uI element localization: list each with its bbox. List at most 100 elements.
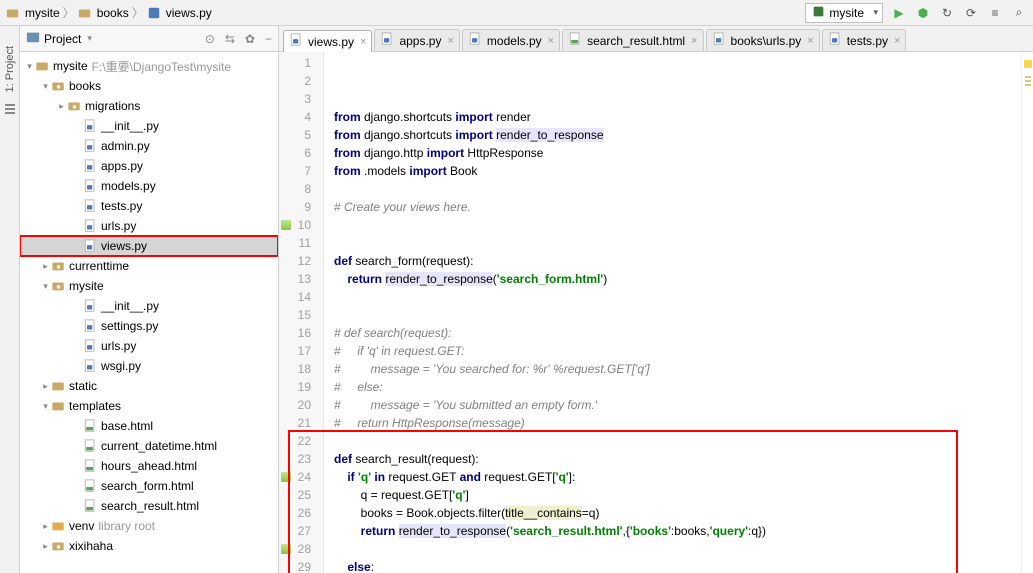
tree-row[interactable]: models.py	[20, 176, 278, 196]
code-line[interactable]	[334, 216, 1021, 234]
close-icon[interactable]: ×	[546, 35, 554, 47]
code-content[interactable]: from django.shortcuts import renderfrom …	[324, 52, 1021, 573]
close-icon[interactable]: ×	[445, 35, 453, 47]
breadcrumb-item[interactable]: views.py	[166, 6, 212, 20]
tree-row[interactable]: ▾mysite	[20, 276, 278, 296]
tree-row[interactable]: base.html	[20, 416, 278, 436]
error-stripe[interactable]	[1021, 52, 1033, 573]
code-line[interactable]	[334, 540, 1021, 558]
code-line[interactable]: # def search(request):	[334, 324, 1021, 342]
tree-row[interactable]: ▸migrations	[20, 96, 278, 116]
code-line[interactable]: # message = 'You searched for: %r' %requ…	[334, 360, 1021, 378]
search-icon[interactable]: ⌕	[1011, 5, 1027, 21]
tree-label: base.html	[101, 419, 153, 433]
code-line[interactable]: # if 'q' in request.GET:	[334, 342, 1021, 360]
run-anything-icon[interactable]: ↻	[939, 5, 955, 21]
editor-tab[interactable]: apps.py×	[374, 29, 459, 51]
code-line[interactable]: if 'q' in request.GET and request.GET['q…	[334, 468, 1021, 486]
target-icon[interactable]: ⊙	[205, 32, 215, 46]
twisty-icon[interactable]: ▾	[24, 61, 35, 72]
twisty-icon[interactable]: ▸	[56, 101, 67, 112]
warning-indicator[interactable]	[1024, 60, 1032, 68]
code-line[interactable]: from .models import Book	[334, 162, 1021, 180]
tree-row[interactable]: ▸venvlibrary root	[20, 516, 278, 536]
tree-row[interactable]: current_datetime.html	[20, 436, 278, 456]
code-line[interactable]: # message = 'You submitted an empty form…	[334, 396, 1021, 414]
gear-icon[interactable]: ✿	[245, 32, 255, 46]
editor-tab[interactable]: models.py×	[462, 29, 560, 51]
code-line[interactable]: # else:	[334, 378, 1021, 396]
debug-icon[interactable]: ⬢	[915, 5, 931, 21]
twisty-icon[interactable]: ▾	[40, 401, 51, 412]
editor-tab[interactable]: tests.py×	[822, 29, 907, 51]
tree-row[interactable]: ▸xixihaha	[20, 536, 278, 556]
code-line[interactable]: else:	[334, 558, 1021, 573]
close-icon[interactable]: ×	[805, 35, 813, 47]
tree-row[interactable]: apps.py	[20, 156, 278, 176]
code-line[interactable]: # return HttpResponse(message)	[334, 414, 1021, 432]
tree-row[interactable]: views.py	[20, 236, 278, 256]
editor-tab[interactable]: books\urls.py×	[706, 29, 820, 51]
twisty-icon[interactable]: ▾	[40, 81, 51, 92]
twisty-icon[interactable]: ▸	[40, 381, 51, 392]
code-line[interactable]	[334, 306, 1021, 324]
editor-tab[interactable]: search_result.html×	[562, 29, 703, 51]
tree-row[interactable]: admin.py	[20, 136, 278, 156]
twisty-icon[interactable]: ▸	[40, 541, 51, 552]
editor-tab[interactable]: views.py×	[283, 30, 372, 52]
code-line[interactable]	[334, 432, 1021, 450]
code-line[interactable]: from django.http import HttpResponse	[334, 144, 1021, 162]
code-line[interactable]	[334, 288, 1021, 306]
code-line[interactable]	[334, 180, 1021, 198]
tree-row[interactable]: ▾books	[20, 76, 278, 96]
code-editor[interactable]: 1234567891011121314151617181920212223242…	[279, 52, 1033, 573]
twisty-icon[interactable]: ▸	[40, 261, 51, 272]
code-line[interactable]: return render_to_response('search_result…	[334, 522, 1021, 540]
code-line[interactable]: def search_result(request):	[334, 450, 1021, 468]
close-icon[interactable]: ×	[358, 36, 366, 48]
code-line[interactable]: # Create your views here.	[334, 198, 1021, 216]
tree-row[interactable]: urls.py	[20, 336, 278, 356]
tree-row[interactable]: ▸currenttime	[20, 256, 278, 276]
breadcrumb[interactable]: mysite 〉 books 〉 views.py	[6, 4, 212, 21]
tree-row[interactable]: hours_ahead.html	[20, 456, 278, 476]
tree-row[interactable]: wsgi.py	[20, 356, 278, 376]
code-line[interactable]: from django.shortcuts import render	[334, 108, 1021, 126]
gutter-mark-icon[interactable]	[281, 544, 291, 554]
breadcrumb-item[interactable]: books	[97, 6, 129, 20]
code-line[interactable]	[334, 234, 1021, 252]
tree-row[interactable]: urls.py	[20, 216, 278, 236]
close-icon[interactable]: ×	[892, 35, 900, 47]
tree-row[interactable]: ▸static	[20, 376, 278, 396]
code-line[interactable]: from django.shortcuts import render_to_r…	[334, 126, 1021, 144]
twisty-icon[interactable]: ▾	[40, 281, 51, 292]
code-line[interactable]: return render_to_response('search_form.h…	[334, 270, 1021, 288]
twisty-icon[interactable]: ▸	[40, 521, 51, 532]
collapse-icon[interactable]: ⇆	[225, 32, 235, 46]
tree-row[interactable]: __init__.py	[20, 296, 278, 316]
tree-row[interactable]: settings.py	[20, 316, 278, 336]
close-icon[interactable]: ×	[689, 35, 697, 47]
stop-icon[interactable]: ≡	[987, 5, 1003, 21]
attach-icon[interactable]: ⟳	[963, 5, 979, 21]
project-tool-tab[interactable]: 1: Project	[4, 46, 16, 92]
tree-row[interactable]: ▾templates	[20, 396, 278, 416]
tree-row[interactable]: search_form.html	[20, 476, 278, 496]
code-line[interactable]: def search_form(request):	[334, 252, 1021, 270]
dropdown-icon[interactable]: ▾	[85, 33, 92, 44]
tree-row[interactable]: tests.py	[20, 196, 278, 216]
code-line[interactable]: books = Book.objects.filter(title__conta…	[334, 504, 1021, 522]
tree-label: wsgi.py	[101, 359, 141, 373]
tree-row[interactable]: search_result.html	[20, 496, 278, 516]
tree-row[interactable]: __init__.py	[20, 116, 278, 136]
gutter-mark-icon[interactable]	[281, 472, 291, 482]
gutter-mark-icon[interactable]	[281, 220, 291, 230]
structure-tool-tab[interactable]	[3, 102, 17, 116]
run-config-selector[interactable]: mysite	[805, 3, 883, 23]
hide-icon[interactable]: −	[265, 32, 272, 46]
code-line[interactable]: q = request.GET['q']	[334, 486, 1021, 504]
tree-row[interactable]: ▾mysiteF:\重要\DjangoTest\mysite	[20, 56, 278, 76]
project-tree[interactable]: ▾mysiteF:\重要\DjangoTest\mysite▾books▸mig…	[20, 52, 278, 573]
run-icon[interactable]: ▶	[891, 5, 907, 21]
breadcrumb-item[interactable]: mysite	[25, 6, 60, 20]
